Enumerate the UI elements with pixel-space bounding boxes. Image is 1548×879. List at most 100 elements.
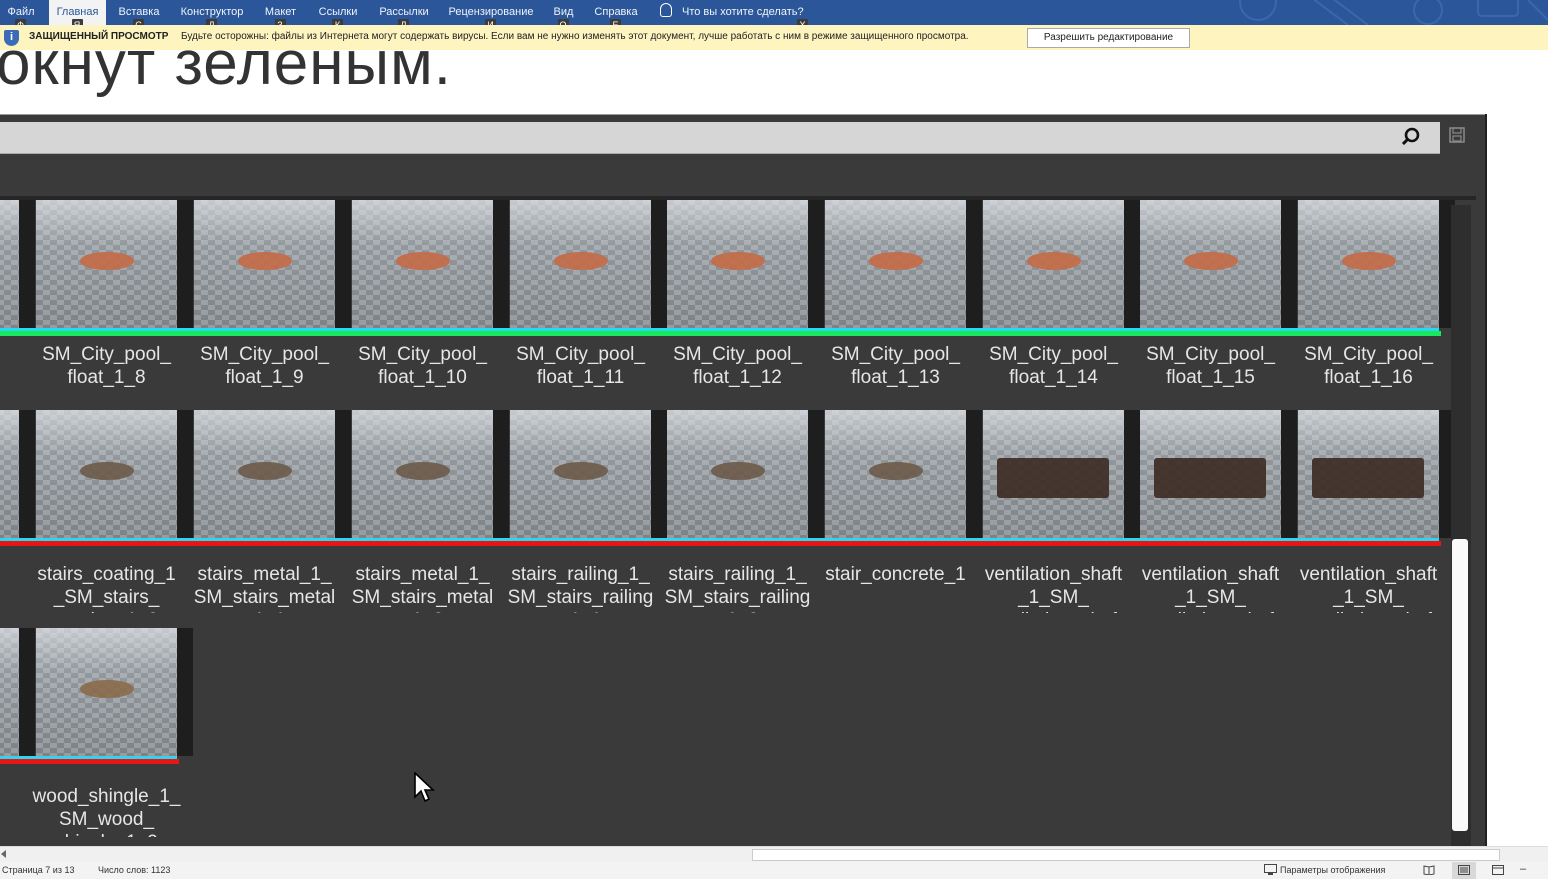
asset-preview-object bbox=[997, 458, 1109, 498]
asset-tile[interactable]: wood_shingle_1_ SM_wood_ shingle_1_2 bbox=[33, 628, 180, 837]
asset-preview-object bbox=[238, 462, 292, 480]
asset-thumbnail[interactable] bbox=[36, 628, 177, 756]
asset-tile[interactable]: ventilation_shaft _1_SM_ ventilation_sha… bbox=[983, 410, 1124, 613]
asset-label: SM_City_pool_ float_1_13 bbox=[831, 344, 960, 388]
scroll-left-arrow-icon[interactable] bbox=[1, 850, 6, 858]
asset-preview-object bbox=[80, 462, 134, 480]
display-settings-label[interactable]: Параметры отображения bbox=[1280, 865, 1385, 875]
asset-preview-object bbox=[396, 252, 450, 270]
asset-tile[interactable]: SM_City_pool_ float_1_11 bbox=[510, 200, 651, 400]
asset-preview-object bbox=[80, 252, 134, 270]
tile-divider bbox=[493, 200, 509, 328]
asset-thumbnail[interactable] bbox=[36, 200, 177, 328]
asset-preview-object bbox=[1312, 458, 1424, 498]
asset-preview-object bbox=[554, 462, 608, 480]
asset-tile[interactable]: _1 bbox=[0, 410, 19, 610]
asset-thumbnail[interactable] bbox=[36, 410, 177, 538]
content-browser-search-bar bbox=[0, 122, 1440, 154]
tile-divider bbox=[1124, 200, 1140, 328]
tile-divider bbox=[177, 628, 193, 756]
horizontal-scrollbar[interactable] bbox=[0, 846, 1548, 862]
asset-thumbnail[interactable] bbox=[194, 410, 335, 538]
asset-tile[interactable]: SM_City_pool_ float_1_9 bbox=[194, 200, 335, 400]
asset-thumbnail[interactable] bbox=[352, 200, 493, 328]
horizontal-scroll-thumb[interactable] bbox=[752, 849, 1500, 861]
ribbon-decoration bbox=[1239, 0, 1548, 25]
asset-preview-object bbox=[1184, 252, 1238, 270]
asset-label: SM_City_pool_ float_1_12 bbox=[673, 344, 802, 388]
asset-thumbnail[interactable] bbox=[1140, 410, 1281, 538]
asset-thumbnail[interactable] bbox=[667, 200, 808, 328]
asset-tile[interactable]: SM_City_pool_ float_1_10 bbox=[352, 200, 493, 400]
asset-thumbnail[interactable] bbox=[983, 410, 1124, 538]
asset-thumbnail[interactable] bbox=[510, 410, 651, 538]
asset-preview-object bbox=[396, 462, 450, 480]
asset-label: wood_shingle_1_ SM_wood_ shingle_1_2 bbox=[32, 786, 181, 837]
asset-label: stairs_metal_1_ SM_stairs_metal _1_2 bbox=[351, 564, 494, 613]
display-settings-icon[interactable] bbox=[1264, 864, 1277, 875]
asset-label: stairs_coating_1 _SM_stairs_ coating_1_2 bbox=[37, 564, 176, 613]
asset-preview-object bbox=[1154, 458, 1266, 498]
vertical-scroll-thumb[interactable] bbox=[1452, 539, 1468, 831]
asset-thumbnail[interactable] bbox=[0, 200, 19, 328]
asset-preview-object bbox=[554, 252, 608, 270]
asset-thumbnail[interactable] bbox=[1298, 410, 1439, 538]
page-counter[interactable]: Страница 7 из 13 bbox=[2, 865, 74, 875]
web-layout-icon[interactable] bbox=[1492, 865, 1504, 875]
asset-preview-object bbox=[1342, 252, 1396, 270]
asset-tile[interactable]: stairs_railing_1_ SM_stairs_railing _1_1 bbox=[508, 410, 653, 613]
asset-tile[interactable]: SM_City_pool_ float_1_15 bbox=[1140, 200, 1281, 400]
asset-preview-object bbox=[238, 252, 292, 270]
asset-label: stairs_metal_1_ SM_stairs_metal _1_1 bbox=[193, 564, 336, 613]
asset-tile[interactable]: ventilation_shaft _1_SM_ ventilation_sha… bbox=[1140, 410, 1281, 613]
asset-label: ventilation_shaft _1_SM_ ventilation_sha… bbox=[1141, 564, 1280, 613]
asset-label: SM_City_pool_ float_1_11 bbox=[516, 344, 645, 388]
asset-tile[interactable]: SM_City_pool_ float_1_16 bbox=[1298, 200, 1439, 400]
asset-tile[interactable]: stairs_metal_1_ SM_stairs_metal _1_1 bbox=[194, 410, 335, 613]
asset-tile[interactable]: 1_ bbox=[0, 628, 19, 828]
asset-label: stairs_railing_1_ SM_stairs_railing _1_1 bbox=[507, 564, 654, 613]
tell-me-box[interactable]: Что вы хотите сделать? bbox=[660, 0, 804, 25]
asset-thumbnail[interactable] bbox=[983, 200, 1124, 328]
asset-tile[interactable]: ventilation_shaft _1_SM_ ventilation_sha… bbox=[1298, 410, 1439, 613]
print-layout-view-button[interactable] bbox=[1452, 862, 1476, 879]
asset-tile[interactable]: stairs_metal_1_ SM_stairs_metal _1_2 bbox=[352, 410, 493, 613]
asset-label: SM_City_pool_ float_1_14 bbox=[989, 344, 1118, 388]
asset-thumbnail[interactable] bbox=[510, 200, 651, 328]
word-count[interactable]: Число слов: 1123 bbox=[98, 865, 170, 875]
asset-thumbnail[interactable] bbox=[0, 410, 19, 538]
asset-thumbnail[interactable] bbox=[825, 200, 966, 328]
asset-thumbnail[interactable] bbox=[667, 410, 808, 538]
tile-divider bbox=[808, 200, 824, 328]
zoom-out-button[interactable]: – bbox=[1520, 863, 1526, 875]
embedded-content-browser-image: l_ SM_City_pool_ float_1_8 SM_City_pool_ … bbox=[0, 114, 1487, 861]
asset-tile[interactable]: l_ bbox=[0, 200, 19, 400]
lightbulb-icon bbox=[660, 3, 672, 17]
asset-tile[interactable]: SM_City_pool_ float_1_14 bbox=[983, 200, 1124, 400]
tile-divider bbox=[19, 410, 35, 538]
asset-thumbnail[interactable] bbox=[1298, 200, 1439, 328]
tile-divider bbox=[1281, 410, 1297, 538]
enable-editing-button[interactable]: Разрешить редактирование bbox=[1027, 28, 1190, 48]
tile-divider bbox=[335, 200, 351, 328]
save-icon bbox=[1449, 127, 1465, 143]
asset-label: SM_City_pool_ float_1_9 bbox=[200, 344, 329, 388]
read-mode-icon[interactable] bbox=[1423, 865, 1435, 876]
tile-divider bbox=[493, 410, 509, 538]
asset-preview-object bbox=[1027, 252, 1081, 270]
protected-view-title: ЗАЩИЩЕННЫЙ ПРОСМОТР bbox=[29, 31, 169, 42]
asset-thumbnail[interactable] bbox=[1140, 200, 1281, 328]
asset-tile[interactable]: SM_City_pool_ float_1_13 bbox=[825, 200, 966, 400]
asset-tile[interactable]: stairs_railing_1_ SM_stairs_railing _1_2 bbox=[665, 410, 810, 613]
asset-thumbnail[interactable] bbox=[825, 410, 966, 538]
asset-thumbnail[interactable] bbox=[352, 410, 493, 538]
asset-tile[interactable]: SM_City_pool_ float_1_12 bbox=[667, 200, 808, 400]
asset-thumbnail[interactable] bbox=[0, 628, 19, 756]
asset-tile[interactable]: stairs_coating_1 _SM_stairs_ coating_1_2 bbox=[36, 410, 177, 613]
asset-tile[interactable]: stair_concrete_1 bbox=[825, 410, 966, 610]
asset-label: stair_concrete_1 bbox=[825, 564, 966, 585]
asset-thumbnail[interactable] bbox=[194, 200, 335, 328]
tile-divider bbox=[1281, 200, 1297, 328]
asset-tile[interactable]: SM_City_pool_ float_1_8 bbox=[36, 200, 177, 400]
asset-label: SM_City_pool_ float_1_15 bbox=[1146, 344, 1275, 388]
